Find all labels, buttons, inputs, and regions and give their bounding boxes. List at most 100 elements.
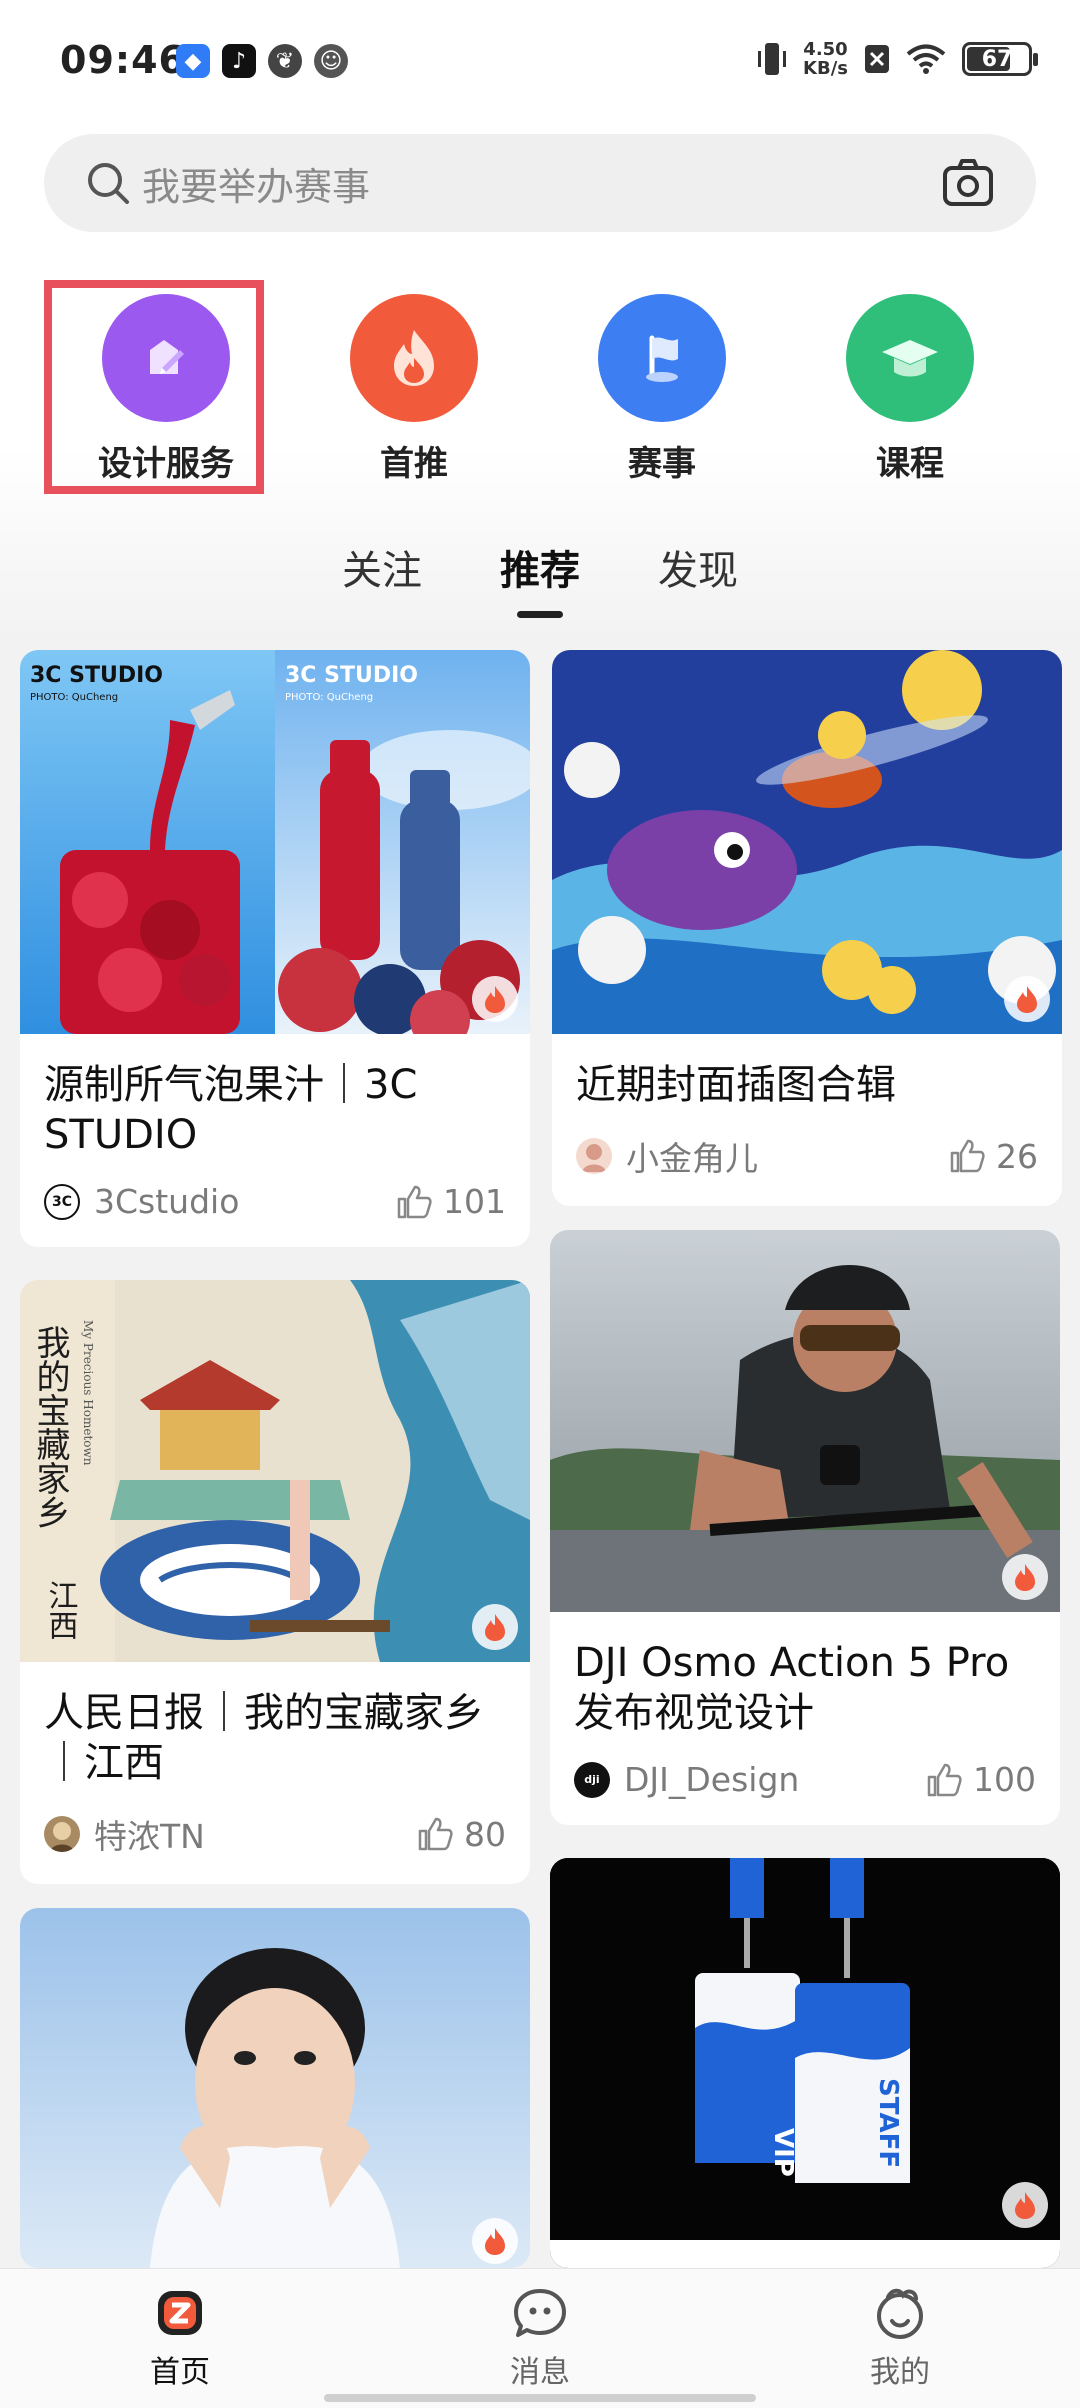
feed-card[interactable]: 近期封面插图合辑 小金角儿 26 (552, 650, 1062, 1206)
card-like-count: 100 (973, 1760, 1036, 1799)
status-notification-icons: ◆ ♪ ❦ ☺ (176, 44, 348, 78)
thumbs-up-icon[interactable] (948, 1137, 986, 1175)
flame-icon (350, 294, 478, 422)
feed-tabs: 关注 推荐 发现 (0, 538, 1080, 618)
message-face-icon (514, 2289, 566, 2337)
hometown-calligraphy: 我的宝藏家乡 (30, 1325, 70, 1529)
card-title[interactable]: 近期封面插图合辑 (552, 1034, 1062, 1110)
net-speed: 4.50 KB/s (803, 40, 848, 78)
net-speed-unit: KB/s (803, 58, 848, 79)
hot-badge (1004, 976, 1050, 1022)
card-author[interactable]: DJI_Design (624, 1760, 925, 1799)
flame-icon (1017, 986, 1037, 1013)
highlight-annotation-box (44, 280, 264, 494)
flame-icon (1015, 1564, 1035, 1591)
card-title[interactable]: DJI Osmo Action 5 Pro 发布视觉设计 (550, 1612, 1060, 1738)
flame-icon (485, 2228, 505, 2255)
app-notification-icon: ◆ (176, 44, 210, 78)
nav-profile[interactable]: 我的 (820, 2283, 980, 2391)
card-image[interactable] (550, 1230, 1060, 1612)
flag-icon (598, 294, 726, 422)
card-meta: dji DJI_Design 100 (550, 1738, 1060, 1825)
category-course[interactable]: 课程 (810, 288, 1010, 485)
leaf-app-icon: ❦ (268, 44, 302, 78)
net-speed-value: 4.50 (803, 39, 848, 60)
hot-badge (472, 2218, 518, 2264)
card-image[interactable]: VIP STAFF (550, 1858, 1060, 2240)
home-indicator[interactable] (324, 2394, 756, 2402)
card-like-count: 80 (464, 1814, 506, 1854)
thumbs-up-icon[interactable] (416, 1815, 454, 1853)
feed-card[interactable] (20, 1908, 530, 2268)
feed-card[interactable]: VIP STAFF (550, 1858, 1060, 2268)
avatar[interactable] (576, 1138, 612, 1174)
tab-follow[interactable]: 关注 (342, 538, 422, 618)
card-like-count: 101 (443, 1182, 506, 1221)
card-image[interactable] (552, 650, 1062, 1034)
hometown-english-text: My Precious Hometown (81, 1320, 95, 1466)
studio-watermark-right: 3C STUDIO (285, 663, 418, 688)
status-right-group: 4.50 KB/s 67 (757, 40, 1038, 78)
tab-recommend[interactable]: 推荐 (500, 538, 580, 618)
nav-label: 首页 (150, 2355, 210, 2390)
flame-icon (485, 1614, 505, 1641)
staff-badge-text: STAFF (873, 2078, 903, 2168)
app-screen: 09:46 ◆ ♪ ❦ ☺ 4.50 KB/s 67 我要举办赛事 设计服务 首… (0, 0, 1080, 2408)
bottom-navigation: 首页 消息 我的 (0, 2268, 1080, 2408)
feed-card[interactable]: 我的宝藏家乡 江西 My Precious Hometown 人民日报｜我的宝藏… (20, 1280, 530, 1884)
avatar[interactable]: dji (574, 1761, 610, 1798)
home-z-icon (158, 2291, 202, 2335)
battery-level: 67 (981, 46, 1013, 72)
category-label: 课程 (876, 444, 944, 484)
card-author[interactable]: 特浓TN (94, 1810, 416, 1858)
search-placeholder[interactable]: 我要举办赛事 (142, 156, 940, 211)
card-author[interactable]: 小金角儿 (626, 1132, 948, 1180)
category-top-pick[interactable]: 首推 (314, 288, 514, 485)
hometown-region-calligraphy: 江西 (43, 1580, 78, 1640)
category-label: 首推 (380, 444, 448, 484)
flame-icon (1015, 2192, 1035, 2219)
profile-face-icon (877, 2288, 923, 2339)
avatar[interactable]: 3C (44, 1183, 80, 1220)
vip-badge-text: VIP (768, 2128, 798, 2177)
sim-off-icon (865, 45, 889, 73)
card-image[interactable]: 我的宝藏家乡 江西 My Precious Hometown (20, 1280, 530, 1662)
status-time: 09:46 (60, 38, 186, 82)
flame-icon (485, 986, 505, 1013)
nav-messages[interactable]: 消息 (460, 2283, 620, 2391)
card-meta: 3C 3Cstudio 101 (20, 1160, 530, 1247)
search-bar[interactable]: 我要举办赛事 (44, 134, 1036, 232)
avatar[interactable] (44, 1816, 80, 1852)
card-meta (550, 2240, 1060, 2268)
hot-badge (1002, 1554, 1048, 1600)
nav-home[interactable]: 首页 (100, 2283, 260, 2391)
photo-credit-left: PHOTO: QuCheng (30, 692, 118, 703)
thumbs-up-icon[interactable] (395, 1183, 433, 1221)
card-title[interactable]: 人民日报｜我的宝藏家乡｜江西 (20, 1662, 530, 1788)
category-contest[interactable]: 赛事 (562, 288, 762, 485)
tiktok-icon: ♪ (222, 44, 256, 78)
studio-watermark-left: 3C STUDIO (30, 663, 163, 688)
card-author[interactable]: 3Cstudio (94, 1182, 395, 1221)
card-image[interactable] (20, 1908, 530, 2268)
category-label: 赛事 (628, 444, 696, 484)
feed-card[interactable]: DJI Osmo Action 5 Pro 发布视觉设计 dji DJI_Des… (550, 1230, 1060, 1825)
tab-discover[interactable]: 发现 (658, 538, 738, 618)
camera-icon[interactable] (940, 155, 996, 211)
card-image[interactable]: 3C STUDIO PHOTO: QuCheng 3C STUDIO PHOTO… (20, 650, 530, 1034)
nav-label: 消息 (510, 2355, 570, 2390)
wifi-icon (906, 44, 946, 74)
card-meta: 小金角儿 26 (552, 1110, 1062, 1206)
hot-badge (1002, 2182, 1048, 2228)
nav-label: 我的 (870, 2355, 930, 2390)
card-meta: 特浓TN 80 (20, 1788, 530, 1884)
search-icon (88, 163, 129, 204)
thumbs-up-icon[interactable] (925, 1761, 963, 1799)
robot-app-icon: ☺ (314, 44, 348, 78)
photo-credit-right: PHOTO: QuCheng (285, 692, 373, 703)
feed-card[interactable]: 3C STUDIO PHOTO: QuCheng 3C STUDIO PHOTO… (20, 650, 530, 1247)
card-like-count: 26 (996, 1136, 1038, 1176)
hot-badge (472, 1604, 518, 1650)
hot-badge (472, 976, 518, 1022)
card-title[interactable]: 源制所气泡果汁｜3C STUDIO (20, 1034, 530, 1160)
